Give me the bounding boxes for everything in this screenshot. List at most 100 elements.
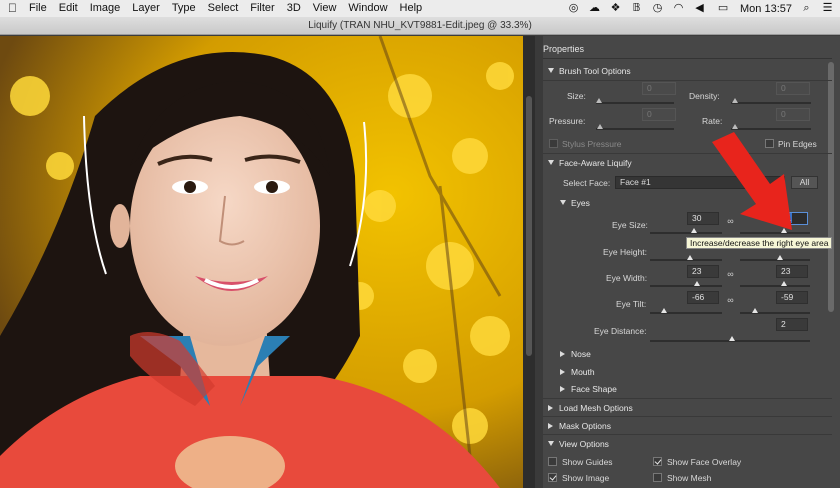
mask-options-header[interactable]: Mask Options xyxy=(548,421,611,431)
view-divider xyxy=(543,434,832,435)
view-options-header[interactable]: View Options xyxy=(548,439,609,449)
menu-type[interactable]: Type xyxy=(166,0,202,17)
eyes-header[interactable]: Eyes xyxy=(560,198,590,208)
eye-width-left-knob[interactable] xyxy=(694,281,700,286)
notification-center-icon[interactable]: ☰ xyxy=(821,3,834,14)
eye-width-label: Eye Width: xyxy=(606,273,648,283)
panel-divider xyxy=(543,58,832,59)
bluetooth-icon[interactable]: 𝔹 xyxy=(630,3,643,14)
eye-tilt-label: Eye Tilt: xyxy=(616,299,647,309)
battery-icon[interactable]: ▭ xyxy=(714,3,732,14)
menu-image[interactable]: Image xyxy=(84,0,127,17)
eye-height-left-knob[interactable] xyxy=(687,255,693,260)
portrait-photo xyxy=(0,36,523,488)
show-guides-checkbox[interactable] xyxy=(548,457,557,466)
menu-view[interactable]: View xyxy=(307,0,343,17)
mask-divider xyxy=(543,416,832,417)
eye-width-right-field[interactable]: 23 xyxy=(776,265,808,278)
apple-logo-icon[interactable]:  xyxy=(0,0,23,17)
panel-edge xyxy=(535,36,543,488)
red-arrow-annotation-icon xyxy=(712,132,792,230)
canvas-scrollbar-thumb[interactable] xyxy=(526,96,532,356)
show-face-overlay-checkbox[interactable] xyxy=(653,457,662,466)
size-slider-track[interactable] xyxy=(596,102,674,104)
density-slider-knob[interactable] xyxy=(732,98,738,103)
creative-cloud-icon[interactable]: ◎ xyxy=(567,3,580,14)
rate-slider-track[interactable] xyxy=(731,128,811,130)
link-eye-width-icon[interactable]: ∞ xyxy=(727,268,734,280)
eye-distance-knob[interactable] xyxy=(729,336,735,341)
cloud-icon[interactable]: ☁ xyxy=(588,3,601,14)
load-mesh-divider xyxy=(543,398,832,399)
eye-tilt-right-knob[interactable] xyxy=(752,308,758,313)
panel-title: Properties xyxy=(543,44,585,54)
eye-width-right-slider[interactable] xyxy=(740,285,810,287)
window-title: Liquify (TRAN NHU_KVT9881-Edit.jpeg @ 33… xyxy=(308,20,532,31)
pressure-slider-track[interactable] xyxy=(596,128,674,130)
time-machine-icon[interactable]: ◷ xyxy=(651,3,664,14)
show-image-checkbox[interactable] xyxy=(548,473,557,482)
panel-scrollbar[interactable] xyxy=(826,58,836,488)
eye-tilt-left-field[interactable]: -66 xyxy=(687,291,719,304)
eye-tilt-right-field[interactable]: -59 xyxy=(776,291,808,304)
show-mesh-label: Show Mesh xyxy=(667,473,712,483)
menubar-clock[interactable]: Mon 13:57 xyxy=(740,3,792,15)
menu-select[interactable]: Select xyxy=(202,0,245,17)
density-field[interactable]: 0 xyxy=(776,82,810,95)
eye-size-right-slider[interactable] xyxy=(740,232,810,234)
size-slider-knob[interactable] xyxy=(596,98,602,103)
stylus-pressure-label: Stylus Pressure xyxy=(562,139,622,149)
rate-field[interactable]: 0 xyxy=(776,108,810,121)
spotlight-search-icon[interactable]: ⌕ xyxy=(800,3,813,14)
mouth-header[interactable]: Mouth xyxy=(560,367,595,377)
menu-file[interactable]: File xyxy=(23,0,53,17)
show-face-overlay-label: Show Face Overlay xyxy=(667,457,742,467)
eye-tilt-right-slider[interactable] xyxy=(740,312,810,314)
collapsed-triangle-icon xyxy=(560,350,565,357)
nose-header[interactable]: Nose xyxy=(560,349,591,359)
eye-height-left-slider[interactable] xyxy=(650,259,722,261)
menu-layer[interactable]: Layer xyxy=(126,0,166,17)
eye-width-left-slider[interactable] xyxy=(650,285,722,287)
eye-width-left-field[interactable]: 23 xyxy=(687,265,719,278)
liquify-canvas[interactable] xyxy=(0,36,523,488)
rate-slider-knob[interactable] xyxy=(732,124,738,129)
eye-width-right-knob[interactable] xyxy=(781,281,787,286)
eye-height-right-knob[interactable] xyxy=(777,255,783,260)
size-label: Size: xyxy=(567,91,586,101)
eye-size-left-knob[interactable] xyxy=(691,228,697,233)
pressure-field[interactable]: 0 xyxy=(642,108,676,121)
size-field[interactable]: 0 xyxy=(642,82,676,95)
dropbox-icon[interactable]: ❖ xyxy=(609,3,622,14)
menu-edit[interactable]: Edit xyxy=(53,0,84,17)
face-shape-header[interactable]: Face Shape xyxy=(560,384,617,394)
link-eye-tilt-icon[interactable]: ∞ xyxy=(727,294,734,306)
eye-height-label: Eye Height: xyxy=(603,247,647,257)
load-mesh-header[interactable]: Load Mesh Options xyxy=(548,403,633,413)
face-aware-header[interactable]: Face-Aware Liquify xyxy=(548,158,632,168)
volume-icon[interactable]: ◀ xyxy=(693,3,706,14)
panel-scrollbar-thumb[interactable] xyxy=(828,62,834,312)
density-label: Density: xyxy=(689,91,720,101)
menu-filter[interactable]: Filter xyxy=(244,0,280,17)
pressure-slider-knob[interactable] xyxy=(597,124,603,129)
menu-help[interactable]: Help xyxy=(394,0,429,17)
brush-divider xyxy=(543,80,832,81)
expand-triangle-icon xyxy=(548,441,554,447)
eye-tilt-left-knob[interactable] xyxy=(661,308,667,313)
wifi-icon[interactable]: ◠ xyxy=(672,3,685,14)
brush-options-header[interactable]: Brush Tool Options xyxy=(548,66,631,76)
window-title-bar: Liquify (TRAN NHU_KVT9881-Edit.jpeg @ 33… xyxy=(0,17,840,35)
rate-label: Rate: xyxy=(702,116,723,126)
show-image-label: Show Image xyxy=(562,473,610,483)
menu-window[interactable]: Window xyxy=(342,0,393,17)
select-face-label: Select Face: xyxy=(563,178,611,188)
show-mesh-checkbox[interactable] xyxy=(653,473,662,482)
canvas-scrollbar[interactable] xyxy=(523,36,535,488)
density-slider-track[interactable] xyxy=(731,102,811,104)
eye-size-left-slider[interactable] xyxy=(650,232,722,234)
menu-3d[interactable]: 3D xyxy=(281,0,307,17)
eye-distance-field[interactable]: 2 xyxy=(776,318,808,331)
eye-height-right-slider[interactable] xyxy=(740,259,810,261)
stylus-pressure-checkbox[interactable] xyxy=(549,139,558,148)
